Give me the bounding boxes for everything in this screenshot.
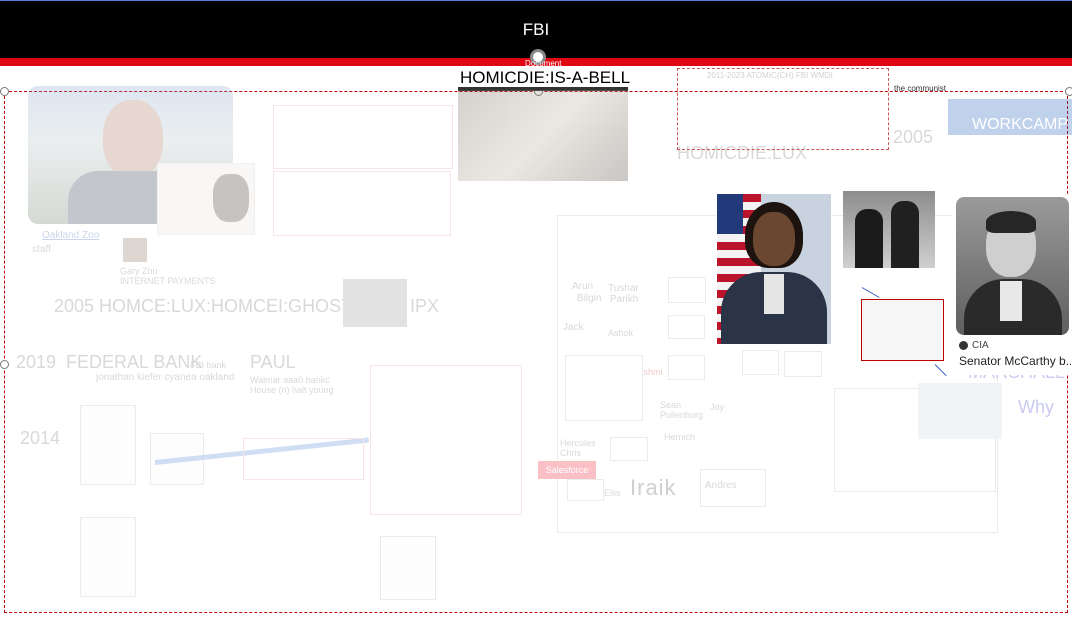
row-2019-paul[interactable]: PAUL bbox=[250, 352, 296, 373]
org-name-arun: Arun bbox=[572, 281, 594, 292]
org-name-ellis: Ellis bbox=[604, 488, 621, 498]
mccarthy-photo bbox=[956, 197, 1069, 335]
year-2005-right: 2005 bbox=[893, 127, 934, 147]
row-2019-paul-note: Walmar aaa0 bankc bbox=[250, 375, 330, 385]
search-result-card[interactable]: CIA Senator McCarthy b... bbox=[952, 195, 1072, 375]
org-box-8[interactable] bbox=[567, 479, 604, 501]
small-photo-portrait bbox=[213, 174, 249, 222]
org-box-3[interactable] bbox=[668, 315, 705, 339]
news-thumbnail[interactable] bbox=[918, 383, 1002, 439]
gary-name: Gary Zhu bbox=[120, 266, 158, 276]
mccarthy-hair bbox=[986, 211, 1036, 233]
row-2014-card-4[interactable] bbox=[380, 536, 436, 600]
row-2014-year: 2014 bbox=[20, 428, 61, 448]
org-box-5[interactable] bbox=[742, 350, 779, 375]
highlight-frame[interactable] bbox=[861, 299, 944, 361]
why-label[interactable]: Why bbox=[1018, 397, 1054, 418]
org-name-tushar: Tushar bbox=[608, 283, 639, 294]
row-2019-label[interactable]: FEDERAL BANK bbox=[66, 352, 202, 373]
portrait-face bbox=[753, 212, 795, 266]
row-2019-year: 2019 bbox=[16, 352, 57, 372]
top-dashed-frame-text: 2011-2023 ATOMIC(CH) FBI WMDI bbox=[707, 71, 833, 80]
center-large-frame[interactable] bbox=[370, 365, 522, 515]
org-name-pullenburg: Pullenburg bbox=[660, 410, 704, 420]
portrait-collar bbox=[764, 274, 784, 314]
center-small-frame[interactable] bbox=[243, 438, 364, 480]
card-title[interactable]: Senator McCarthy b... bbox=[959, 354, 1071, 368]
historic-photo-two-men[interactable] bbox=[843, 191, 935, 268]
historic-figure-left bbox=[855, 209, 883, 268]
center-photo[interactable] bbox=[458, 90, 628, 181]
org-box-1[interactable] bbox=[565, 355, 643, 421]
staff-photo-face bbox=[103, 100, 163, 178]
org-name-bilgin: Bilgin bbox=[577, 293, 602, 304]
org-name-jack: Jack bbox=[563, 322, 584, 333]
small-photo-group[interactable] bbox=[157, 163, 255, 235]
fraik-logo[interactable]: Iraik bbox=[630, 475, 677, 501]
org-name-parikh: Parikh bbox=[610, 294, 639, 305]
salesforce-badge[interactable]: Salesforce bbox=[538, 461, 596, 479]
org-name-hernich: Hernich bbox=[664, 432, 696, 442]
andres-label: Andres bbox=[705, 480, 737, 491]
source-icon bbox=[959, 341, 968, 350]
row-2014-card-1[interactable] bbox=[80, 405, 136, 485]
org-box-2[interactable] bbox=[668, 277, 706, 303]
org-box-6[interactable] bbox=[784, 351, 822, 377]
card-source: CIA bbox=[972, 340, 989, 351]
org-name-joy: Joy bbox=[710, 402, 725, 412]
org-name-ashok: Ashok bbox=[608, 328, 634, 338]
top-dashed-frame[interactable] bbox=[677, 68, 889, 150]
row-2005-ipx[interactable]: IPX bbox=[410, 296, 439, 317]
staff-caption: staff bbox=[32, 244, 51, 255]
org-box-4[interactable] bbox=[668, 355, 705, 380]
row-2019-note: FBI bank bbox=[190, 360, 227, 370]
row-2014-card-3[interactable] bbox=[80, 517, 136, 597]
portrait-photo-rice[interactable] bbox=[717, 194, 831, 344]
top-frame-1[interactable] bbox=[273, 105, 453, 169]
org-name-hercules: Hercules bbox=[560, 438, 596, 448]
org-name-sean: Sean bbox=[660, 400, 682, 410]
workcamp-label: WORKCAMP bbox=[972, 116, 1068, 133]
row-2005-label[interactable]: 2005 HOMCE:LUX:HOMCEI:GHOST bbox=[54, 296, 352, 317]
mccarthy-shirt bbox=[1000, 281, 1022, 321]
gary-role: INTERNET PAYMENTS bbox=[120, 276, 216, 286]
historic-figure-right bbox=[891, 201, 919, 268]
row-2005-thumbnails[interactable] bbox=[343, 279, 407, 327]
top-frame-2[interactable] bbox=[273, 171, 451, 236]
oakland-zoo-caption: Oakland Zoo bbox=[42, 230, 100, 241]
org-box-7[interactable] bbox=[610, 437, 648, 461]
row-2019-paul-note-2: House (n) halt young bbox=[250, 385, 334, 395]
flag-canton bbox=[717, 194, 743, 234]
org-name-chris: Chris bbox=[560, 448, 582, 458]
the-communist-label: the communist bbox=[894, 84, 947, 93]
row-2019-names: jonathan kiefer cyanea oakland bbox=[96, 372, 235, 383]
gary-avatar[interactable] bbox=[123, 238, 147, 262]
